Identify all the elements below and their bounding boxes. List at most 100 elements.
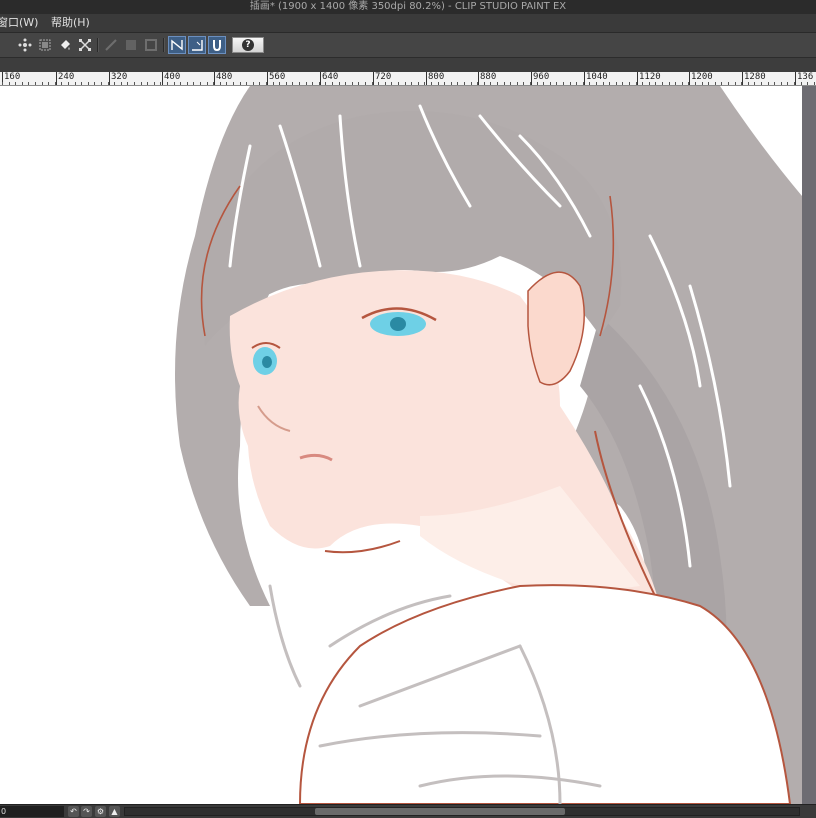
select-transform-icon[interactable]: [16, 36, 34, 54]
ruler-tick: [754, 82, 756, 85]
ruler-tick: [391, 82, 393, 85]
ruler-tick: [668, 82, 670, 85]
ruler-tick: [516, 82, 518, 85]
ruler-tick: [549, 82, 551, 85]
document-tab-strip: [0, 58, 816, 73]
scrollbar-thumb[interactable]: [315, 808, 565, 815]
ruler-label: 880: [480, 72, 497, 82]
ruler-tick: [417, 82, 419, 85]
ruler-tick: [675, 82, 677, 85]
ruler-tick: [219, 82, 221, 85]
ruler-tick: [774, 82, 776, 85]
ruler-label: 240: [58, 72, 75, 82]
status-bar: 0 ↶ ↷ ⚙ ▲: [0, 804, 816, 818]
horizontal-ruler: 160 240 320 400 480 560 640 720 800 880 …: [0, 72, 816, 86]
corner-pen-icon[interactable]: [188, 36, 206, 54]
curve-pen-icon[interactable]: [168, 36, 186, 54]
horizontal-scrollbar[interactable]: [124, 807, 800, 816]
ruler-tick: [483, 82, 485, 85]
ruler-tick: [74, 82, 76, 85]
transform-crop-icon[interactable]: [76, 36, 94, 54]
ruler-tick: [622, 82, 624, 85]
ruler-tick: [279, 82, 281, 85]
ruler-tick: [596, 82, 597, 85]
ruler-tick: [233, 82, 234, 85]
ruler-label: 160: [4, 72, 21, 82]
ruler-tick: [569, 82, 571, 85]
ruler-tick: [800, 82, 802, 85]
ruler-label: 480: [216, 72, 233, 82]
ruler-label: 720: [375, 72, 392, 82]
ruler-tick: [120, 82, 122, 85]
rotate-right-icon[interactable]: ↷: [81, 806, 92, 817]
ruler-tick: [252, 82, 254, 85]
ruler-tick: [299, 82, 300, 85]
ruler-tick: [536, 82, 538, 85]
flip-icon[interactable]: ▲: [109, 806, 120, 817]
window-title: 插画* (1900 x 1400 像素 350dpi 80.2%) - CLIP…: [0, 0, 816, 14]
select-invert-icon[interactable]: [36, 36, 54, 54]
ruler-tick: [285, 82, 287, 85]
zoom-readout[interactable]: 0: [0, 806, 64, 817]
ruler-tick: [503, 82, 505, 85]
drawing-canvas[interactable]: [0, 86, 802, 804]
ruler-tick: [259, 82, 261, 85]
ruler-disabled-icon[interactable]: [102, 36, 120, 54]
ruler-tick: [556, 82, 558, 85]
ruler-tick: [404, 82, 406, 85]
ruler-tick: [351, 82, 353, 85]
ruler-tick: [15, 82, 17, 85]
ruler-tick: [378, 82, 380, 85]
ruler-tick: [338, 82, 340, 85]
magnet-snap-icon[interactable]: [208, 36, 226, 54]
ruler-tick: [787, 82, 789, 85]
frame-disabled-icon[interactable]: [142, 36, 160, 54]
ruler-tick: [140, 82, 142, 85]
ruler-tick: [734, 82, 736, 85]
ruler-tick: [114, 82, 116, 85]
help-button[interactable]: ?: [232, 37, 264, 53]
ruler-tick: [747, 82, 749, 85]
ruler-tick: [523, 82, 525, 85]
ruler-tick: [226, 82, 228, 85]
ruler-tick: [530, 82, 531, 85]
ruler-tick: [655, 82, 657, 85]
ruler-tick: [609, 82, 611, 85]
layer-disabled-icon[interactable]: [122, 36, 140, 54]
menu-window[interactable]: 窗口(W): [0, 14, 47, 32]
ruler-tick: [35, 82, 36, 85]
menu-help[interactable]: 帮助(H): [51, 14, 99, 32]
ruler-tick: [589, 82, 591, 85]
ruler-tick: [470, 82, 472, 85]
ruler-tick: [153, 82, 155, 85]
ruler-tick: [167, 82, 168, 85]
ruler-tick: [48, 82, 50, 85]
ruler-tick: [173, 82, 175, 85]
ruler-tick: [200, 82, 201, 85]
ruler-tick: [477, 82, 479, 85]
ruler-tick: [813, 82, 815, 85]
ruler-tick: [450, 82, 452, 85]
ruler-tick: [246, 82, 248, 85]
rotate-left-icon[interactable]: ↶: [68, 806, 79, 817]
ruler-tick: [431, 82, 432, 85]
ruler-tick: [398, 82, 399, 85]
ruler-tick: [490, 82, 492, 85]
ruler-tick: [345, 82, 347, 85]
ruler-tick: [721, 82, 723, 85]
ruler-tick: [714, 82, 716, 85]
ruler-tick: [648, 82, 650, 85]
ruler-label: 1200: [691, 72, 713, 82]
ruler-tick: [292, 82, 294, 85]
fill-bucket-icon[interactable]: [56, 36, 74, 54]
ruler-tick: [365, 82, 366, 85]
question-icon: ?: [242, 39, 254, 51]
gear-icon[interactable]: ⚙: [95, 806, 106, 817]
side-panel-edge: [802, 86, 816, 804]
ruler-tick: [510, 82, 512, 85]
ruler-tick: [332, 82, 333, 85]
ruler-tick: [701, 82, 703, 85]
ruler-tick: [87, 82, 89, 85]
ruler-tick: [642, 82, 644, 85]
ruler-tick: [464, 82, 465, 85]
